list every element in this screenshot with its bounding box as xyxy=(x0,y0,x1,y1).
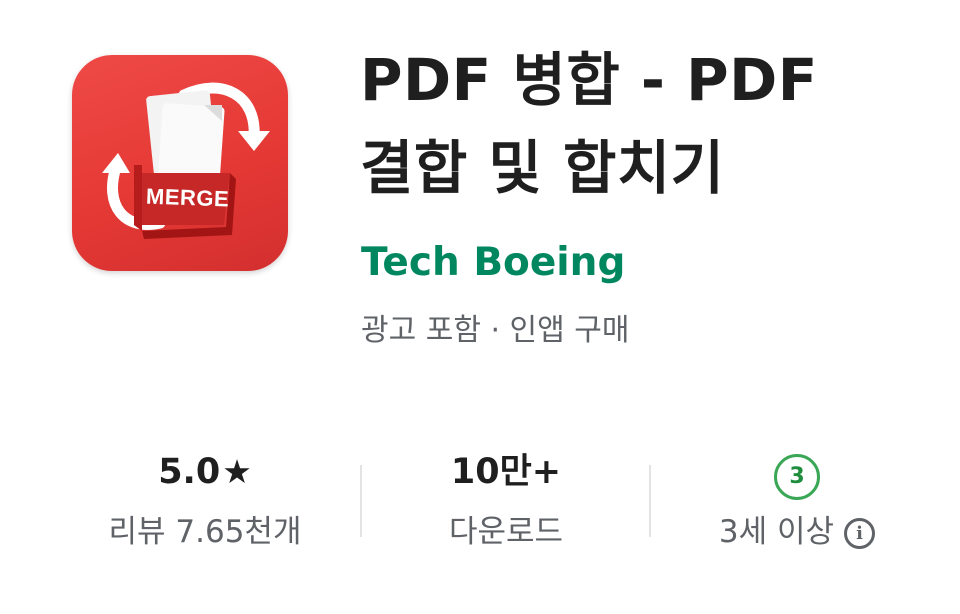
app-icon: MERGE xyxy=(72,55,288,271)
app-title-line-1: PDF 병합 - PDF xyxy=(360,46,818,114)
downloads-value: 10만+ xyxy=(450,452,562,492)
age-rating-label-row: 3세 이상 i xyxy=(652,512,942,552)
downloads-label: 다운로드 xyxy=(448,514,564,550)
icon-merge-label: MERGE xyxy=(145,183,230,212)
app-meta-info: 광고 포함 · 인앱 구매 xyxy=(361,313,630,348)
downloads-stat: 10만+ 다운로드 xyxy=(362,448,650,568)
app-title: PDF 병합 - PDF 결합 및 합치기 xyxy=(360,36,920,212)
merge-document-icon xyxy=(102,82,270,239)
star-icon: ★ xyxy=(222,452,252,491)
rating-value: 5.0 xyxy=(158,452,221,492)
age-badge-row: 3 xyxy=(652,448,942,500)
rating-value-row: 5.0★ xyxy=(60,448,350,496)
stat-divider xyxy=(649,465,651,537)
app-title-line-2: 결합 및 합치기 xyxy=(360,134,725,202)
rating-stat[interactable]: 5.0★ 리뷰 7.65천개 xyxy=(60,448,350,568)
age-rating-stat[interactable]: 3 3세 이상 i xyxy=(652,448,942,568)
info-icon[interactable]: i xyxy=(844,518,876,549)
review-count: 리뷰 7.65천개 xyxy=(108,514,302,550)
age-rating-badge-icon: 3 xyxy=(774,454,820,500)
developer-link[interactable]: Tech Boeing xyxy=(361,240,625,285)
age-rating-label: 3세 이상 xyxy=(718,514,835,550)
